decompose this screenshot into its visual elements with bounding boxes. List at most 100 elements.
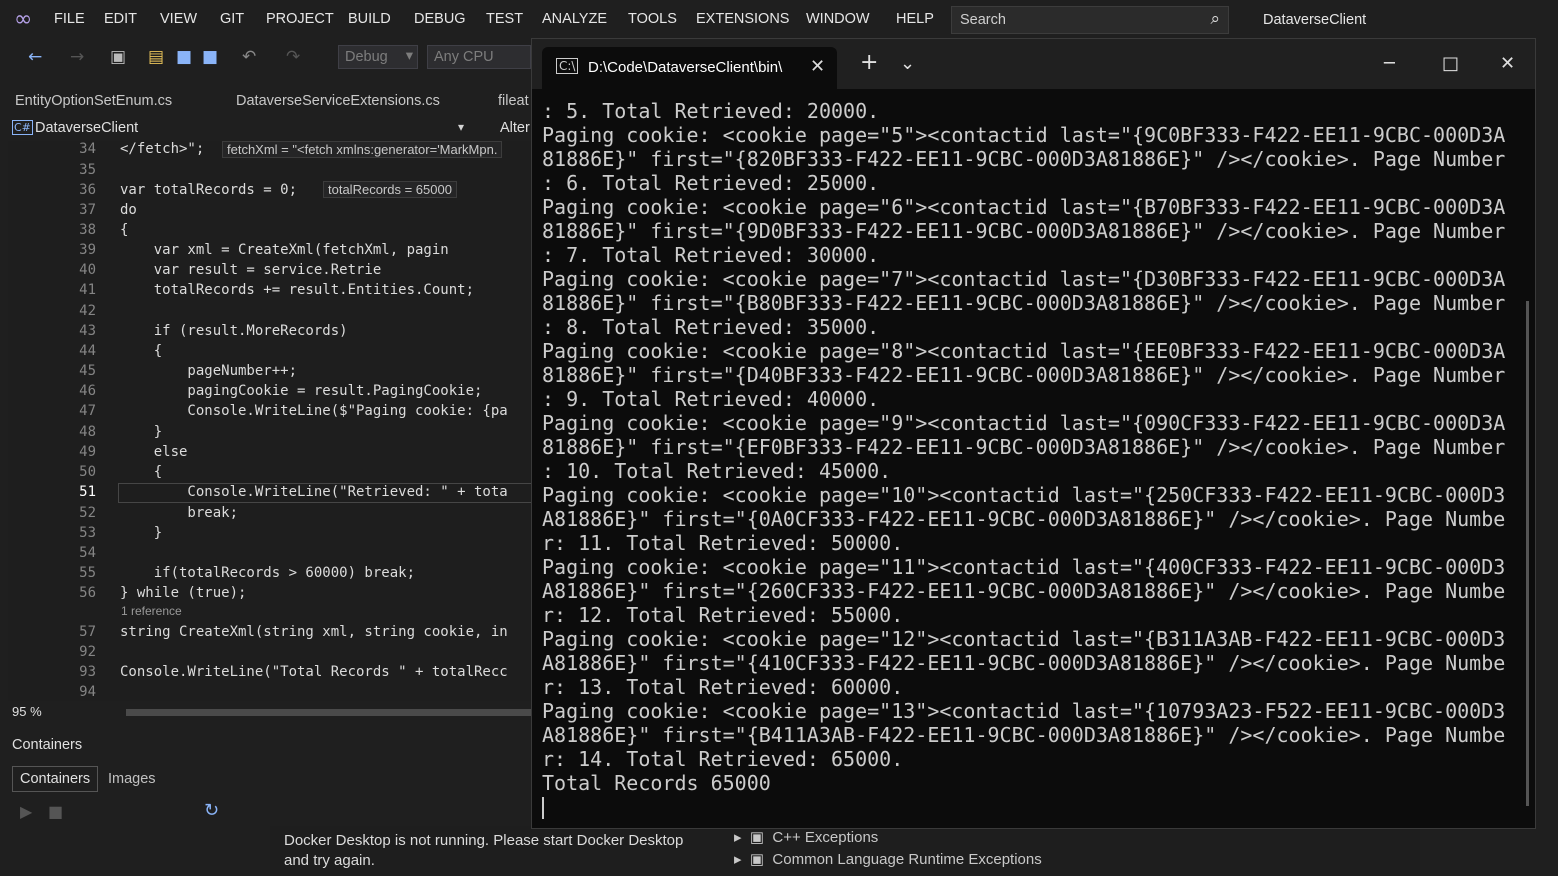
new-tab-icon[interactable]: +	[860, 50, 878, 75]
menu-help[interactable]: HELP	[896, 11, 934, 27]
vertical-scrollbar[interactable]	[1526, 301, 1529, 806]
menu-test[interactable]: TEST	[486, 11, 523, 27]
datatip-total-records[interactable]: totalRecords = 65000	[323, 181, 457, 198]
menu-window[interactable]: WINDOW	[806, 11, 870, 27]
code-line[interactable]: } while (true);	[120, 585, 246, 601]
save-all-icon[interactable]: ■	[202, 47, 218, 67]
line-number: 39	[79, 242, 96, 258]
code-line[interactable]: string CreateXml(string xml, string cook…	[120, 624, 508, 640]
chevron-down-icon[interactable]: ▾	[458, 120, 464, 134]
tab-images[interactable]: Images	[108, 771, 156, 787]
code-line[interactable]: if (result.MoreRecords)	[120, 323, 348, 339]
terminal-line: : 9. Total Retrieved: 40000.	[542, 387, 880, 411]
line-number: 93	[79, 664, 96, 680]
tab-containers[interactable]: Containers	[12, 766, 99, 792]
new-item-icon[interactable]: ▣	[110, 47, 126, 67]
terminal-output: : 5. Total Retrieved: 20000. Paging cooki…	[542, 99, 1522, 795]
checkbox[interactable]: ▣	[750, 851, 764, 868]
menu-extensions[interactable]: EXTENSIONS	[696, 11, 789, 27]
search-input[interactable]: Search ⌕	[951, 6, 1229, 34]
code-line[interactable]: totalRecords += result.Entities.Count;	[120, 282, 474, 298]
tab-dropdown-icon[interactable]: ⌄	[900, 53, 915, 74]
code-line[interactable]: else	[120, 444, 188, 460]
line-number: 56	[79, 585, 96, 601]
minimize-icon[interactable]: ─	[1384, 53, 1395, 74]
code-line[interactable]: {	[120, 464, 162, 480]
terminal-tab[interactable]: C:\ D:\Code\DataverseClient\bin\ ✕	[542, 47, 837, 89]
code-line[interactable]: {	[120, 343, 162, 359]
code-line[interactable]: var result = service.Retrie	[120, 262, 382, 278]
terminal-line: : 6. Total Retrieved: 25000.	[542, 171, 880, 195]
line-number: 92	[79, 644, 96, 660]
menu-git[interactable]: GIT	[220, 11, 244, 27]
code-line[interactable]: break;	[120, 505, 238, 521]
code-line[interactable]: do	[120, 202, 137, 218]
panel-title: Containers	[12, 737, 83, 753]
start-icon[interactable]: ▶	[20, 802, 32, 821]
code-line[interactable]: Console.WriteLine("Retrieved: " + tota	[120, 484, 507, 500]
code-line[interactable]: var xml = CreateXml(fetchXml, pagin	[120, 242, 449, 258]
code-line[interactable]: var totalRecords = 0;	[120, 182, 297, 198]
close-tab-icon[interactable]: ✕	[810, 56, 825, 77]
horizontal-scrollbar[interactable]	[126, 709, 536, 716]
menu-file[interactable]: FILE	[54, 11, 85, 27]
code-editor[interactable]: 34 </fetch>"; 35 36 var totalRecords = 0; 37 d…	[8, 141, 538, 701]
terminal-line: 81886E}" first="{820BF333-F422-EE11-9CBC…	[542, 147, 1506, 171]
line-number: 47	[79, 403, 96, 419]
configuration-dropdown[interactable]: Debug ▾	[338, 45, 418, 69]
menu-bar: ∞ FILE EDIT VIEW GIT PROJECT BUILD DEBUG…	[0, 0, 1558, 40]
undo-icon[interactable]: ↶	[242, 47, 256, 67]
redo-icon[interactable]: ↷	[286, 47, 300, 67]
expand-icon[interactable]: ▸	[734, 851, 742, 868]
terminal-window[interactable]: C:\ D:\Code\DataverseClient\bin\ ✕ + ⌄ ─…	[531, 38, 1536, 829]
search-placeholder: Search	[960, 12, 1006, 28]
line-number: 37	[79, 202, 96, 218]
datatip-fetch-xml[interactable]: fetchXml = "<fetch xmlns:generator='Mark…	[222, 141, 503, 158]
code-line[interactable]: </fetch>";	[120, 141, 204, 157]
close-window-icon[interactable]: ✕	[1500, 53, 1515, 74]
line-number: 48	[79, 424, 96, 440]
checkbox[interactable]: ▣	[750, 829, 764, 846]
menu-tools[interactable]: TOOLS	[628, 11, 677, 27]
terminal-line: 81886E}" first="{EF0BF333-F422-EE11-9CBC…	[542, 435, 1506, 459]
save-icon[interactable]: ■	[176, 47, 192, 67]
code-line[interactable]: }	[120, 525, 162, 541]
expand-icon[interactable]: ▸	[734, 829, 742, 846]
menu-project[interactable]: PROJECT	[266, 11, 334, 27]
code-line[interactable]: Console.WriteLine("Total Records " + tot…	[120, 664, 508, 680]
line-number: 53	[79, 525, 96, 541]
zoom-level[interactable]: 95 %	[12, 704, 42, 719]
console-icon: C:\	[556, 58, 579, 74]
exception-item-clr[interactable]: ▸ ▣ Common Language Runtime Exceptions	[734, 850, 1042, 868]
tab-entity-option-set-enum[interactable]: EntityOptionSetEnum.cs	[15, 93, 172, 109]
tab-dataverse-service-extensions[interactable]: DataverseServiceExtensions.cs	[236, 93, 440, 109]
back-icon[interactable]: ←	[28, 47, 42, 67]
code-line[interactable]: pageNumber++;	[120, 363, 297, 379]
code-line[interactable]: {	[120, 222, 128, 238]
platform-dropdown[interactable]: Any CPU	[427, 45, 531, 69]
terminal-line: Paging cookie: <cookie page="12"><contac…	[542, 627, 1506, 651]
open-folder-icon[interactable]: ▤	[148, 47, 164, 67]
forward-icon[interactable]: →	[70, 47, 84, 67]
project-dropdown[interactable]: DataverseClient	[35, 120, 138, 136]
reference-count[interactable]: 1 reference	[121, 604, 182, 618]
code-line[interactable]: }	[120, 424, 162, 440]
menu-view[interactable]: VIEW	[160, 11, 197, 27]
code-line[interactable]: if(totalRecords > 60000) break;	[120, 565, 415, 581]
menu-debug[interactable]: DEBUG	[414, 11, 466, 27]
tab-fileat[interactable]: fileat	[498, 93, 529, 109]
terminal-line: Total Records 65000	[542, 771, 771, 795]
code-line[interactable]: Console.WriteLine($"Paging cookie: {pa	[120, 403, 507, 419]
exception-item-cpp[interactable]: ▸ ▣ C++ Exceptions	[734, 828, 878, 846]
maximize-icon[interactable]: □	[1442, 53, 1459, 74]
menu-edit[interactable]: EDIT	[104, 11, 137, 27]
menu-analyze[interactable]: ANALYZE	[542, 11, 607, 27]
alter-dropdown[interactable]: Alter	[500, 120, 530, 136]
stop-icon[interactable]: ■	[48, 802, 63, 821]
terminal-titlebar: C:\ D:\Code\DataverseClient\bin\ ✕ + ⌄ ─…	[532, 39, 1535, 89]
refresh-icon[interactable]: ↻	[204, 800, 219, 821]
menu-build[interactable]: BUILD	[348, 11, 391, 27]
line-number: 45	[79, 363, 96, 379]
code-line[interactable]: pagingCookie = result.PagingCookie;	[120, 383, 482, 399]
terminal-line: : 5. Total Retrieved: 20000.	[542, 99, 880, 123]
